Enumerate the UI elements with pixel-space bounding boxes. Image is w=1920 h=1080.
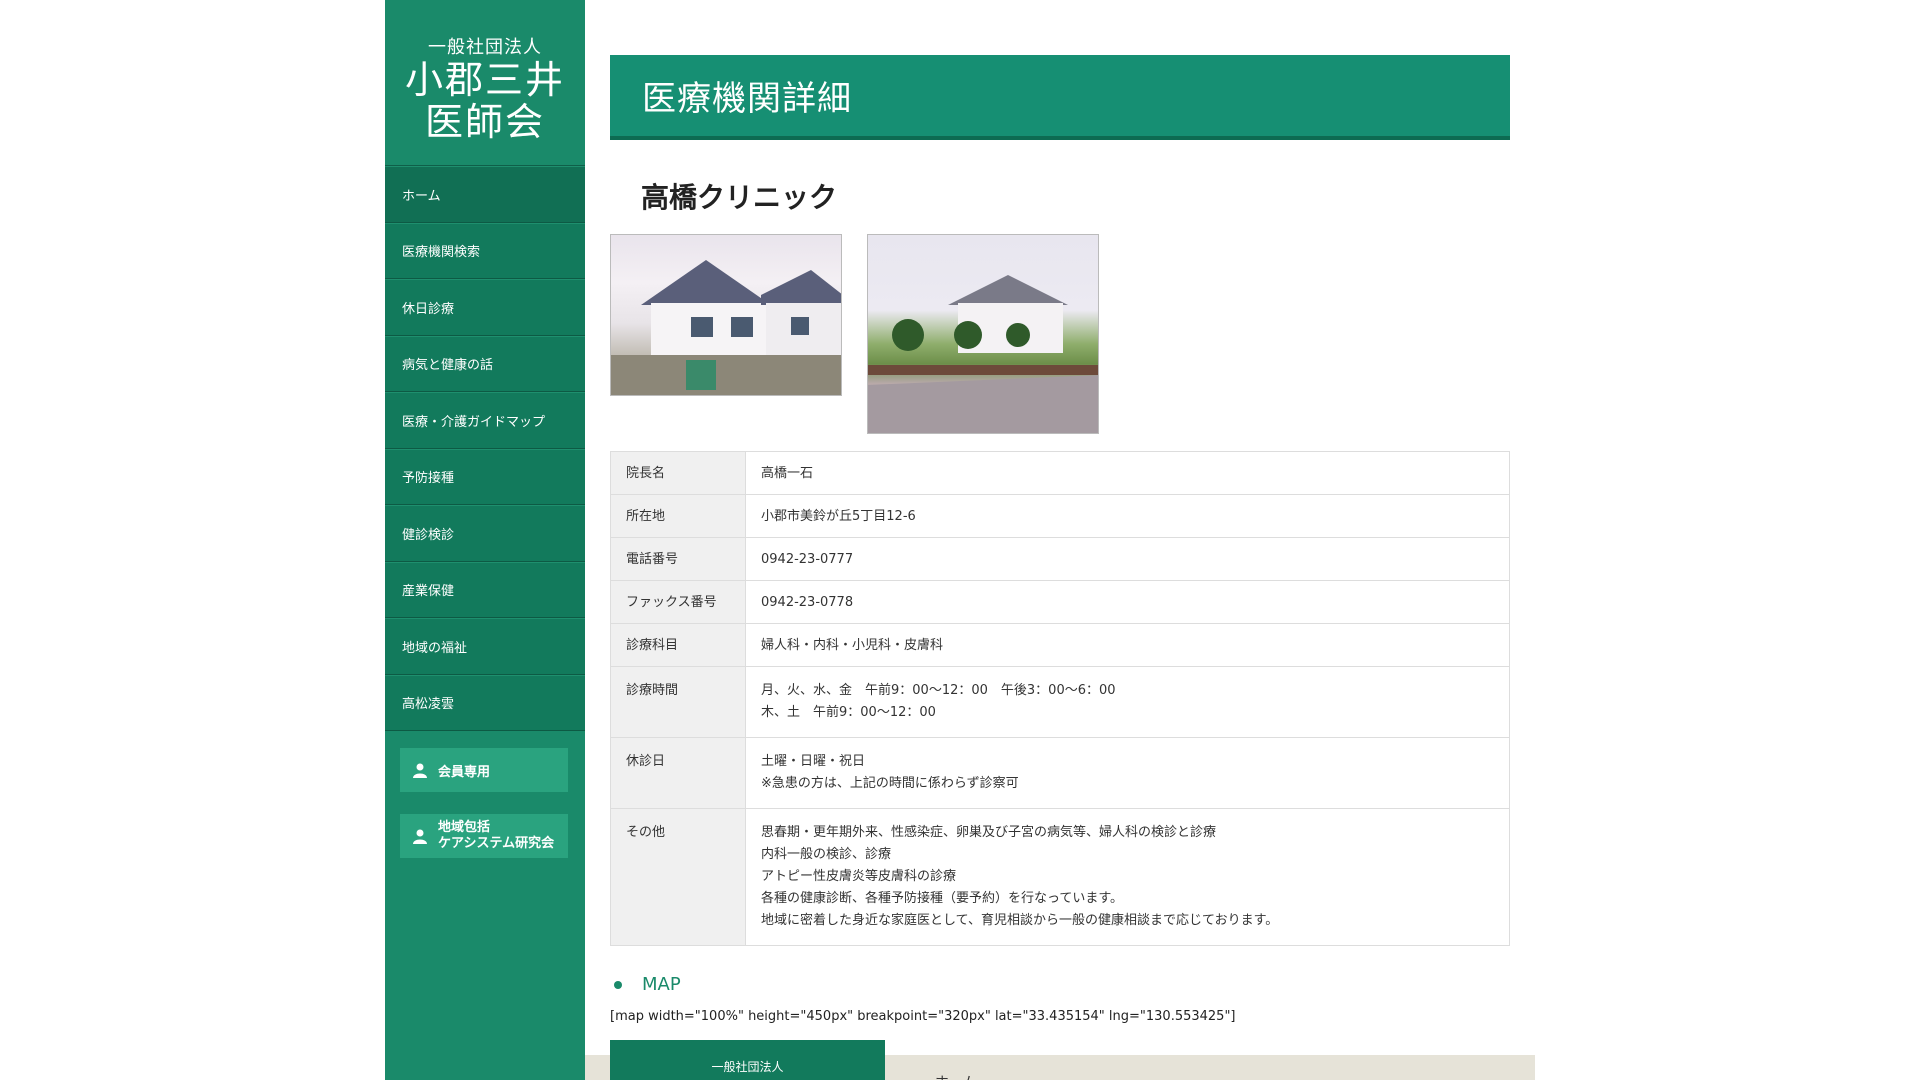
clinic-info-table: 院長名 高橋一石 所在地 小郡市美鈴が丘5丁目12-6 電話番号 0942-23-0777… [610,451,1510,946]
info-value-line: 土曜・日曜・祝日 [761,754,866,769]
footer-logo[interactable]: 一般社団法人 [610,1040,885,1080]
logo-line1: 一般社団法人 [428,36,542,58]
info-value: 0942-23-0778 [745,580,1510,624]
footer-nav-home[interactable]: ホーム [935,1072,977,1080]
info-value-line: 各種の健康診断、各種予防接種（要予約）を行なっています。 [761,891,1124,906]
care-system-line1: 地域包括 [438,820,491,835]
info-value: 土曜・日曜・祝日 ※急患の方は、上記の時間に係わらず診察可 [745,737,1510,809]
info-row: 診療科目 婦人科・内科・小児科・皮膚科 [610,623,1510,667]
bullet-icon [614,980,622,989]
info-value-line: 思春期・更年期外来、性感染症、卵巣及び子宮の病気等、婦人科の検診と診療 [761,825,1217,840]
info-value-line: ※急患の方は、上記の時間に係わらず診察可 [761,776,1019,791]
info-value-line: 木、土 午前9：00～12：00 [761,705,936,720]
info-label: 所在地 [610,494,746,538]
main-content: 医療機関詳細 高橋クリニック 院長名 高橋一石 所在地 小郡市美鈴が丘5丁目12… [610,55,1510,1024]
care-system-research-label: 地域包括 ケアシステム研究会 [438,820,554,852]
clinic-photo-street[interactable] [867,234,1099,434]
info-value: 0942-23-0777 [745,537,1510,581]
user-icon [413,829,427,844]
info-value-line: 0942-23-0777 [761,552,854,567]
info-row: 所在地 小郡市美鈴が丘5丁目12-6 [610,494,1510,538]
info-value-line: 地域に密着した身近な家庭医として、育児相談から一般の健康相談まで応じております。 [761,913,1279,928]
sidebar-item-clinic-search[interactable]: 医療機関検索 [385,222,585,279]
page-header: 医療機関詳細 [610,55,1510,140]
info-label: 電話番号 [610,537,746,581]
sidebar-item-welfare[interactable]: 地域の福祉 [385,618,585,675]
info-value: 思春期・更年期外来、性感染症、卵巣及び子宮の病気等、婦人科の検診と診療 内科一般の… [745,808,1510,946]
sidebar-item-holiday-care[interactable]: 休日診療 [385,279,585,336]
map-shortcode: [map width="100%" height="450px" breakpo… [610,1009,1236,1024]
site-logo[interactable]: 一般社団法人 小郡三井 医師会 [385,0,585,165]
logo-line2: 小郡三井 [404,57,565,102]
logo-line3: 医師会 [424,99,545,144]
clinic-name: 高橋クリニック [641,181,838,214]
info-value-line: 小郡市美鈴が丘5丁目12-6 [761,509,916,524]
info-row: 診療時間 月、火、水、金 午前9：00～12：00 午後3：00～6：00 木、土 … [610,666,1510,738]
sidebar-item-checkups[interactable]: 健診検診 [385,505,585,562]
info-value: 婦人科・内科・小児科・皮膚科 [745,623,1510,667]
info-row: 休診日 土曜・日曜・祝日 ※急患の方は、上記の時間に係わらず診察可 [610,737,1510,809]
sidebar-item-vaccination[interactable]: 予防接種 [385,448,585,505]
info-value: 小郡市美鈴が丘5丁目12-6 [745,494,1510,538]
info-row: ファックス番号 0942-23-0778 [610,580,1510,624]
sidebar-item-guide-map[interactable]: 医療・介護ガイドマップ [385,392,585,449]
info-value: 高橋一石 [745,451,1510,495]
info-label: 診療科目 [610,623,746,667]
info-label: 休診日 [610,737,746,809]
members-only-button[interactable]: 会員専用 [400,748,568,792]
info-row: その他 思春期・更年期外来、性感染症、卵巣及び子宮の病気等、婦人科の検診と診療 内科… [610,808,1510,946]
sidebar-item-occupational-health[interactable]: 産業保健 [385,561,585,618]
sidebar-nav: ホーム 医療機関検索 休日診療 病気と健康の話 医療・介護ガイドマップ 予防接種… [385,165,585,731]
info-value-line: アトピー性皮膚炎等皮膚科の診療 [761,869,957,884]
info-row: 電話番号 0942-23-0777 [610,537,1510,581]
info-label: 院長名 [610,451,746,495]
care-system-research-button[interactable]: 地域包括 ケアシステム研究会 [400,814,568,858]
info-row: 院長名 高橋一石 [610,451,1510,495]
members-only-label: 会員専用 [438,764,491,780]
footer-logo-line1: 一般社団法人 [711,1060,784,1074]
sidebar-item-home[interactable]: ホーム [385,166,585,223]
sidebar: 一般社団法人 小郡三井 医師会 ホーム 医療機関検索 休日診療 病気と健康の話 … [385,0,585,1080]
info-value-line: 月、火、水、金 午前9：00～12：00 午後3：00～6：00 [761,683,1116,698]
care-system-line2: ケアシステム研究会 [438,836,555,851]
info-value-line: 0942-23-0778 [761,595,854,610]
user-icon [413,763,427,778]
clinic-photo-front[interactable] [610,234,842,396]
info-label: 診療時間 [610,666,746,738]
info-value: 月、火、水、金 午前9：00～12：00 午後3：00～6：00 木、土 午前9：… [745,666,1510,738]
info-label: ファックス番号 [610,580,746,624]
page-title: 医療機関詳細 [642,79,852,119]
clinic-photos [610,234,1510,434]
info-value-line: 婦人科・内科・小児科・皮膚科 [761,638,944,653]
info-value-line: 内科一般の検診、診療 [761,847,892,862]
info-label: その他 [610,808,746,946]
map-heading: MAP [610,974,1510,995]
sidebar-item-health-topics[interactable]: 病気と健康の話 [385,335,585,392]
sidebar-item-takamatsu[interactable]: 高松凌雲 [385,674,585,731]
info-value-line: 高橋一石 [761,466,814,481]
map-title: MAP [642,974,681,995]
